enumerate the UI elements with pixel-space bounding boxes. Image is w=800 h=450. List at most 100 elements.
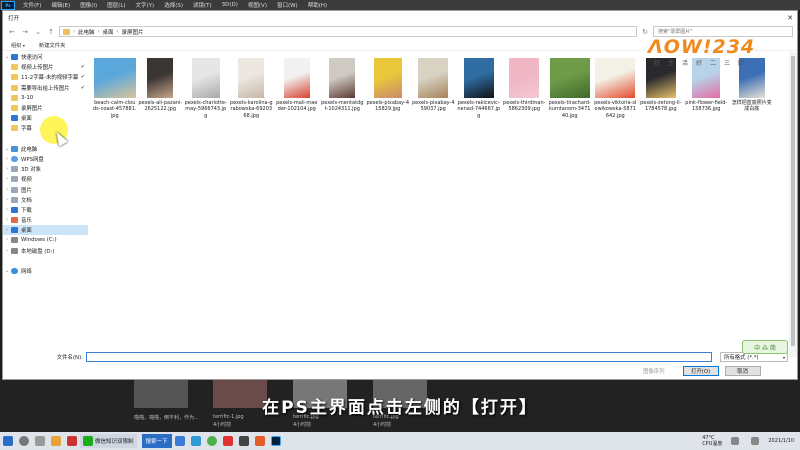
file-item[interactable]: pexels-tirachard-kumtanom-347140.jpg: [547, 58, 593, 119]
nav-item[interactable]: 需要导出给上传图片 ✔: [3, 83, 88, 93]
start-icon[interactable]: [3, 436, 13, 446]
nav-item[interactable]: › 下载: [3, 205, 88, 215]
nav-item[interactable]: › 本地磁盘 (D:): [3, 246, 88, 256]
image-thumbnail[interactable]: [549, 58, 590, 98]
image-thumbnail[interactable]: [238, 58, 265, 98]
address-bar[interactable]: › 此电脑 › 桌面 › 录屏图片: [59, 26, 637, 37]
taskbar-search-button[interactable]: 搜索一下: [141, 434, 172, 448]
nav-item[interactable]: › 视频: [3, 174, 88, 184]
cancel-button[interactable]: 取消: [724, 366, 761, 376]
volume-icon[interactable]: [751, 437, 760, 445]
breadcrumb-item[interactable]: 录屏图片: [122, 28, 144, 36]
image-thumbnail[interactable]: [191, 58, 220, 98]
file-item[interactable]: pexels-mentatdgt-1024311.jpg: [320, 58, 366, 119]
task-view-icon[interactable]: [35, 436, 45, 446]
image-thumbnail[interactable]: [283, 58, 310, 98]
chevron-down-icon[interactable]: ⌄: [3, 54, 11, 60]
file-item[interactable]: pexels-viktoria-slowikowska-5871642.jpg: [593, 58, 639, 119]
file-explorer-icon[interactable]: [51, 436, 61, 446]
chevron-right-icon[interactable]: ›: [3, 207, 11, 213]
menu-filter[interactable]: 滤镜(T): [188, 1, 217, 9]
edge-icon[interactable]: [190, 436, 201, 446]
image-thumbnail[interactable]: [329, 58, 356, 98]
up-arrow-icon[interactable]: ↑: [46, 27, 56, 37]
nav-item[interactable]: 11-2字幕-未的视频字幕 ✔: [3, 72, 88, 82]
nav-item[interactable]: › 图片: [3, 184, 88, 194]
nav-section-header[interactable]: ⌄ 此电脑: [3, 144, 88, 154]
organize-button[interactable]: 组织: [11, 41, 25, 49]
app-icon[interactable]: [67, 436, 77, 446]
back-arrow-icon[interactable]: ←: [7, 27, 17, 37]
menu-help[interactable]: 帮助(H): [303, 1, 332, 9]
menu-type[interactable]: 文字(Y): [131, 1, 160, 9]
search-icon[interactable]: [19, 436, 29, 446]
app-icon[interactable]: [254, 436, 265, 446]
image-thumbnail[interactable]: [509, 58, 540, 98]
nav-item[interactable]: › 文档: [3, 195, 88, 205]
chrome-icon[interactable]: [206, 436, 217, 446]
app-icon[interactable]: [238, 436, 249, 446]
chevron-right-icon[interactable]: ›: [3, 176, 11, 182]
refresh-icon[interactable]: ↻: [640, 27, 650, 37]
breadcrumb-item[interactable]: 此电脑: [78, 28, 95, 36]
nav-section-header[interactable]: ⌄ 网络: [3, 266, 88, 276]
menu-file[interactable]: 文件(F): [18, 1, 46, 9]
photoshop-icon[interactable]: [270, 436, 281, 446]
file-item[interactable]: pexels-rakicevic-nenad-744667.jpg: [456, 58, 502, 119]
nav-item[interactable]: › Windows (C:): [3, 235, 88, 245]
chevron-down-icon[interactable]: ⌄: [33, 27, 43, 37]
clock[interactable]: 2021/1/10: [768, 438, 794, 444]
filename-input[interactable]: [86, 352, 712, 362]
image-thumbnail[interactable]: [93, 58, 136, 98]
file-item[interactable]: beach-calm-clouds-coast-457881.jpg: [92, 58, 138, 119]
breadcrumb-item[interactable]: 桌面: [103, 28, 114, 36]
nav-item[interactable]: 3-10: [3, 93, 88, 103]
app-icon[interactable]: [174, 436, 185, 446]
chevron-right-icon[interactable]: ›: [3, 156, 11, 162]
chevron-right-icon[interactable]: ›: [3, 197, 11, 203]
chevron-right-icon[interactable]: ›: [3, 187, 11, 193]
app-icon[interactable]: [222, 436, 233, 446]
file-item[interactable]: pexels-pixabay-415829.jpg: [365, 58, 411, 119]
chevron-right-icon[interactable]: ›: [3, 166, 11, 172]
image-thumbnail[interactable]: [373, 58, 402, 98]
chevron-right-icon[interactable]: ›: [3, 227, 11, 233]
chevron-right-icon[interactable]: ›: [3, 248, 11, 254]
menu-view[interactable]: 视图(V): [243, 1, 272, 9]
open-button[interactable]: 打开(O): [682, 366, 719, 376]
nav-section-header[interactable]: ⌄ 快速访问: [3, 52, 88, 62]
file-item[interactable]: pexels-pixabay-459037.jpg: [411, 58, 457, 119]
file-item[interactable]: pexels-charlotte-may-5966743.jpg: [183, 58, 229, 119]
image-thumbnail[interactable]: [418, 58, 449, 98]
image-thumbnail[interactable]: [147, 58, 174, 98]
cpu-temperature[interactable]: 47°C CPU温度: [702, 435, 722, 447]
close-icon[interactable]: ✕: [783, 14, 797, 22]
menu-layer[interactable]: 图层(L): [102, 1, 130, 9]
nav-item[interactable]: 视频上传图片 ✔: [3, 62, 88, 72]
menu-image[interactable]: 图像(I): [75, 1, 102, 9]
image-thumbnail[interactable]: [463, 58, 494, 98]
file-item[interactable]: pexels-ali-pazani-2625122.jpg: [138, 58, 184, 119]
file-item[interactable]: pexels-karolina-grabowska-6920368.jpg: [229, 58, 275, 119]
taskbar-item-wechat[interactable]: 微信知识双限制: [80, 434, 137, 448]
menu-select[interactable]: 选择(S): [159, 1, 188, 9]
menu-3d[interactable]: 3D(D): [217, 2, 243, 8]
chevron-down-icon[interactable]: ⌄: [3, 268, 11, 274]
menu-edit[interactable]: 编辑(E): [46, 1, 75, 9]
ime-badge[interactable]: 中 ⁂ 简: [742, 340, 788, 354]
nav-item[interactable]: 录屏图片: [3, 103, 88, 113]
file-item[interactable]: pexels-mali-maeder-102104.jpg: [274, 58, 320, 119]
forward-arrow-icon[interactable]: →: [20, 27, 30, 37]
chevron-right-icon[interactable]: ›: [3, 237, 11, 243]
nav-item[interactable]: › WPS网盘: [3, 154, 88, 164]
nav-item[interactable]: › 桌面: [3, 225, 88, 236]
vertical-scrollbar[interactable]: [789, 52, 797, 357]
image-thumbnail[interactable]: [595, 58, 636, 98]
file-item[interactable]: pexels-thirdman-5862309.jpg: [502, 58, 548, 119]
menu-window[interactable]: 窗口(W): [272, 1, 303, 9]
network-icon[interactable]: [731, 437, 740, 445]
nav-item[interactable]: › 3D 对象: [3, 164, 88, 174]
chevron-down-icon[interactable]: ⌄: [3, 146, 11, 152]
image-sequence-checkbox[interactable]: 图像序列: [643, 367, 665, 375]
nav-item[interactable]: › 音乐: [3, 215, 88, 225]
